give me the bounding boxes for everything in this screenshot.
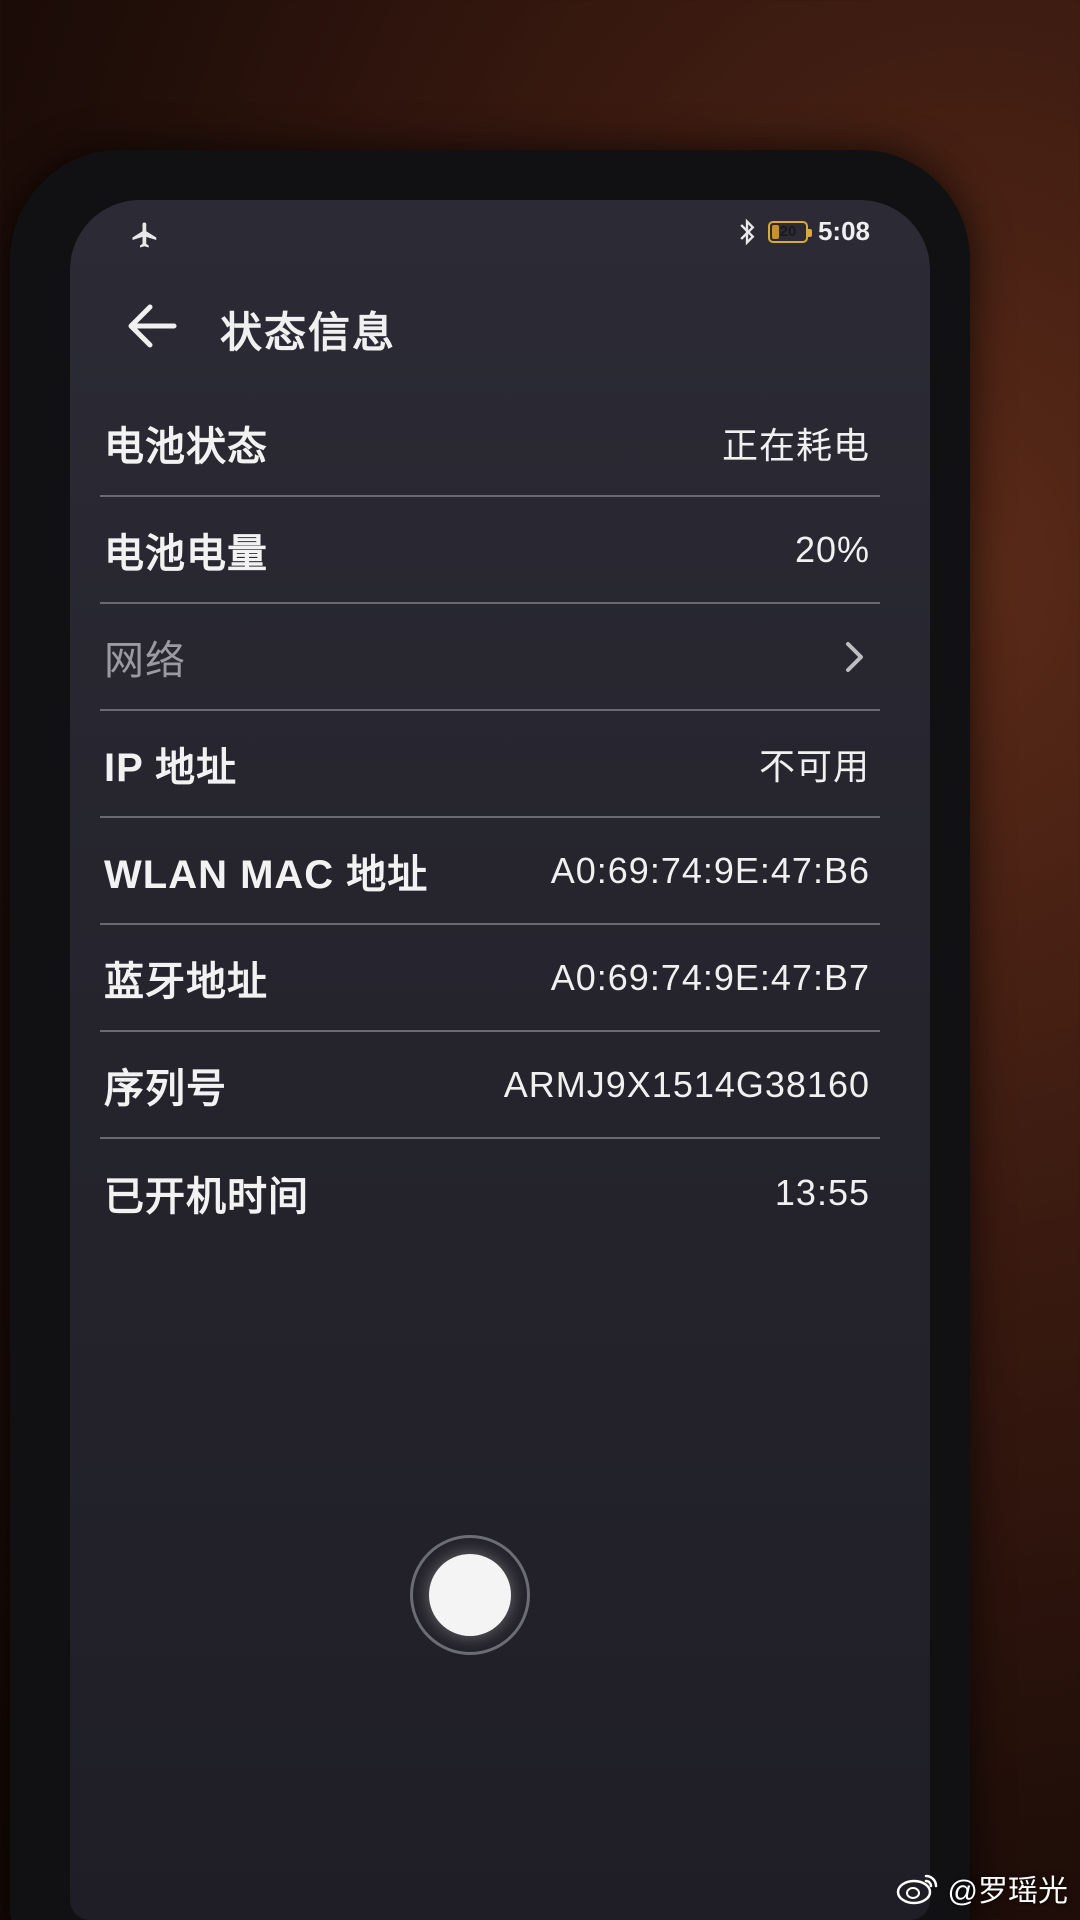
row-bluetooth-address: 蓝牙地址 A0:69:74:9E:47:B7 — [100, 925, 880, 1032]
row-label: 已开机时间 — [104, 1174, 309, 1219]
row-value: A0:69:74:9E:47:B7 — [550, 956, 870, 998]
status-right: 20 5:08 — [736, 216, 870, 247]
row-ip-address: IP 地址 不可用 — [100, 711, 880, 818]
row-battery-status: 电池状态 正在耗电 — [100, 390, 880, 497]
chevron-right-icon — [846, 641, 863, 672]
header: 状态信息 — [70, 285, 930, 365]
row-value: ARMJ9X1514G38160 — [503, 1063, 870, 1105]
back-arrow-icon[interactable] — [126, 303, 178, 349]
row-label: 蓝牙地址 — [104, 959, 268, 1004]
row-label: 网络 — [104, 638, 186, 683]
row-value: 20% — [794, 528, 870, 570]
row-value: A0:69:74:9E:47:B6 — [550, 849, 870, 891]
phone-screen: 20 5:08 状态信息 电池状态 正在耗电 电池电量 20% 网络 IP 地址… — [70, 200, 930, 1920]
row-label: 电池电量 — [104, 531, 268, 576]
row-serial-number: 序列号 ARMJ9X1514G38160 — [100, 1032, 880, 1139]
battery-level-text: 20 — [779, 223, 797, 240]
row-value: 不可用 — [758, 745, 870, 787]
row-label: WLAN MAC 地址 — [104, 852, 429, 897]
watermark: @罗瑶光 — [896, 1866, 1068, 1910]
bluetooth-icon — [740, 218, 755, 245]
battery-icon: 20 — [767, 220, 812, 243]
watermark-text: @罗瑶光 — [947, 1875, 1068, 1908]
row-value: 正在耗电 — [721, 424, 870, 466]
row-value: 13:55 — [774, 1171, 870, 1213]
row-label: 序列号 — [104, 1066, 227, 1111]
row-network[interactable]: 网络 — [100, 604, 880, 711]
row-uptime: 已开机时间 13:55 — [100, 1139, 880, 1246]
status-bar: 20 5:08 — [70, 200, 930, 260]
row-wlan-mac: WLAN MAC 地址 A0:69:74:9E:47:B6 — [100, 818, 880, 925]
home-button-inner — [429, 1554, 511, 1636]
weibo-icon — [896, 1874, 937, 1905]
row-label: IP 地址 — [104, 745, 238, 790]
row-label: 电池状态 — [104, 424, 268, 469]
page-title: 状态信息 — [220, 309, 397, 356]
row-battery-level: 电池电量 20% — [100, 497, 880, 604]
status-time: 5:08 — [817, 216, 870, 246]
airplane-icon — [132, 222, 157, 248]
status-info-list: 电池状态 正在耗电 电池电量 20% 网络 IP 地址 不可用 WLAN MAC… — [100, 390, 880, 1246]
battery-fill — [771, 224, 780, 239]
home-button[interactable] — [410, 1535, 530, 1655]
